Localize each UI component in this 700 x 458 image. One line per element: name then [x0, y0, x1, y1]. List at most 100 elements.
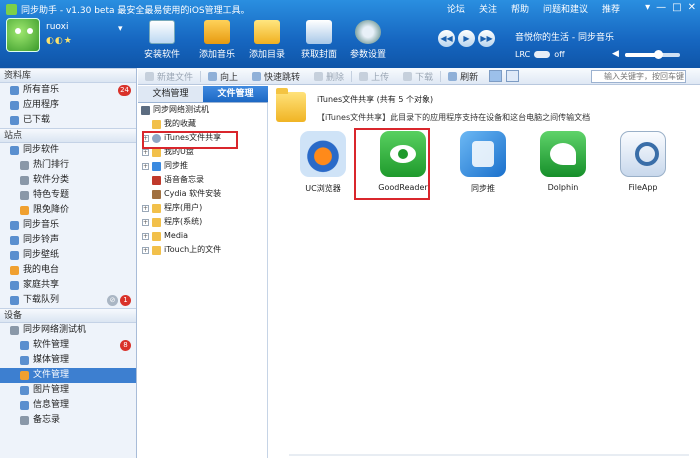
sidebar-item-my-radio[interactable]: 我的电台 [0, 263, 136, 278]
sidebar-item-ringtones[interactable]: 同步铃声 [0, 233, 136, 248]
settings-label: 参数设置 [349, 50, 386, 60]
horizontal-scrollbar[interactable] [289, 454, 689, 456]
expand-icon[interactable]: + [142, 218, 149, 226]
play-button[interactable]: ▶ [458, 30, 475, 47]
sidebar-item-notes[interactable]: 备忘录 [0, 413, 136, 428]
tree-node-itouch-files[interactable]: + iTouch上的文件 [138, 243, 267, 257]
download-button[interactable]: 下载 [396, 70, 440, 83]
lrc-switch[interactable] [534, 51, 551, 58]
sidebar-item-device[interactable]: 同步网络测试机 [0, 323, 136, 338]
up-button[interactable]: 向上 [201, 70, 245, 83]
settings-button[interactable]: 参数设置 [343, 20, 393, 60]
quick-jump-button[interactable]: 快速跳转 [245, 70, 307, 83]
title-bar: 同步助手 - v1.30 beta 最安全最易使用的iOS管理工具。 [6, 2, 250, 16]
tree-node-user-apps[interactable]: + 程序(用户) [138, 201, 267, 215]
maximize-button[interactable]: □ [672, 2, 681, 13]
sidebar-item-home-sharing[interactable]: 家庭共享 [0, 278, 136, 293]
tab-doc-manage[interactable]: 文档管理 [138, 86, 203, 102]
new-folder-button[interactable]: 新建文件 [138, 70, 200, 83]
expand-icon[interactable]: + [142, 162, 149, 170]
sidebar-item-featured[interactable]: 特色专题 [0, 188, 136, 203]
music-note-icon [10, 221, 19, 230]
sidebar-item-wallpapers[interactable]: 同步壁纸 [0, 248, 136, 263]
tree-node-media[interactable]: + Media [138, 229, 267, 243]
bell-icon [10, 236, 19, 245]
sidebar-item-free-deals[interactable]: 限免降价 [0, 203, 136, 218]
tree-node-favorites[interactable]: 我的收藏 [138, 117, 267, 131]
sidebar-item-download-queue[interactable]: 下载队列 ⊘ 1 [0, 293, 136, 308]
file-content-pane: iTunes文件共享 (共有 5 个对象) 【iTunes文件共享】此目录下的应… [269, 86, 700, 458]
paused-icon[interactable]: ⊘ [107, 295, 118, 306]
sidebar-item-hot-rank[interactable]: 热门排行 [0, 158, 136, 173]
sidebar-item-apps[interactable]: 应用程序 [0, 98, 136, 113]
app-tongbutui[interactable]: 同步推 [443, 129, 523, 194]
get-cover-button[interactable]: 获取封面 [294, 20, 344, 60]
sidebar: 资料库 所有音乐 24 应用程序 已下载 站点 同步软件 热门排行 软件分类 特… [0, 68, 137, 458]
mic-icon [152, 175, 161, 185]
app-uc-browser[interactable]: UC浏览器 [283, 129, 363, 194]
volume-icon[interactable]: ◀ [612, 49, 619, 59]
volume-slider-knob[interactable] [654, 50, 663, 59]
menu-feedback[interactable]: 问题和建议 [543, 2, 588, 15]
window-title: 同步助手 - v1.30 beta 最安全最易使用的iOS管理工具。 [21, 5, 250, 16]
sidebar-item-downloaded[interactable]: 已下载 [0, 113, 136, 128]
expand-icon[interactable]: + [142, 204, 149, 212]
sidebar-item-sync-music[interactable]: 同步音乐 [0, 218, 136, 233]
upload-button[interactable]: 上传 [352, 70, 396, 83]
expand-icon[interactable]: + [142, 148, 149, 156]
tree-node-voice-memos[interactable]: 语音备忘录 [138, 173, 267, 187]
sidebar-item-all-music[interactable]: 所有音乐 24 [0, 83, 136, 98]
app-dolphin[interactable]: Dolphin [523, 129, 603, 194]
sidebar-item-label: 我的电台 [23, 265, 60, 275]
notes-icon [20, 416, 29, 425]
tree-node-label: Cydia 软件安装 [164, 189, 222, 198]
tree-node-system-apps[interactable]: + 程序(系统) [138, 215, 267, 229]
sidebar-item-label: 同步软件 [23, 145, 60, 155]
sidebar-item-sync-software[interactable]: 同步软件 [0, 143, 136, 158]
content-title: iTunes文件共享 (共有 5 个对象) [317, 95, 434, 104]
avatar[interactable] [6, 18, 40, 52]
refresh-button[interactable]: 刷新 [441, 70, 485, 83]
search-input[interactable] [591, 70, 686, 83]
tab-file-manage[interactable]: 文件管理 [203, 86, 268, 102]
sidebar-item-media-manage[interactable]: 媒体管理 [0, 353, 136, 368]
tree-node-cydia[interactable]: Cydia 软件安装 [138, 187, 267, 201]
expand-icon[interactable]: + [142, 232, 149, 240]
dolphin-icon [540, 131, 586, 177]
tree-node-device[interactable]: 同步网络测试机 [138, 103, 267, 117]
menu-forum[interactable]: 论坛 [447, 2, 465, 15]
sidebar-item-label: 同步铃声 [23, 235, 60, 245]
sidebar-item-label: 媒体管理 [33, 355, 70, 365]
menu-follow[interactable]: 关注 [479, 2, 497, 15]
quick-jump-label: 快速跳转 [264, 72, 301, 83]
lrc-toggle[interactable]: LRC off [515, 50, 565, 59]
sidebar-item-software-manage[interactable]: 软件管理 8 [0, 338, 136, 353]
previous-button[interactable]: ◀◀ [438, 30, 455, 47]
next-button[interactable]: ▶▶ [478, 30, 495, 47]
download-label: 下载 [415, 72, 434, 83]
sidebar-item-message-manage[interactable]: 信息管理 [0, 398, 136, 413]
list-view-button[interactable] [506, 70, 520, 82]
grid-icon [20, 176, 29, 185]
add-music-label: 添加音乐 [198, 50, 235, 60]
delete-button[interactable]: 删除 [307, 70, 351, 83]
sidebar-item-file-manage[interactable]: 文件管理 [0, 368, 136, 383]
apps-icon [20, 341, 29, 350]
sidebar-item-categories[interactable]: 软件分类 [0, 173, 136, 188]
add-folder-button[interactable]: 添加目录 [242, 20, 292, 60]
app-fileapp[interactable]: FileApp [603, 129, 683, 194]
volume-slider[interactable] [625, 53, 680, 57]
close-button[interactable]: ✕ [688, 2, 696, 13]
install-software-button[interactable]: 安装软件 [137, 20, 187, 60]
expand-icon[interactable]: + [142, 246, 149, 254]
icon-view-button[interactable] [489, 70, 503, 82]
sidebar-item-photo-manage[interactable]: 图片管理 [0, 383, 136, 398]
menu-recommend[interactable]: 推荐 [602, 2, 620, 15]
add-music-button[interactable]: 添加音乐 [192, 20, 242, 60]
app-header: 同步助手 - v1.30 beta 最安全最易使用的iOS管理工具。 论坛 关注… [0, 0, 700, 68]
tree-node-tongbutui[interactable]: + 同步推 [138, 159, 267, 173]
minimize-button[interactable]: — [656, 2, 666, 13]
menu-help[interactable]: 帮助 [511, 2, 529, 15]
window-menu-button[interactable]: ▾ [645, 2, 650, 13]
user-dropdown-icon[interactable]: ▾ [118, 24, 123, 34]
